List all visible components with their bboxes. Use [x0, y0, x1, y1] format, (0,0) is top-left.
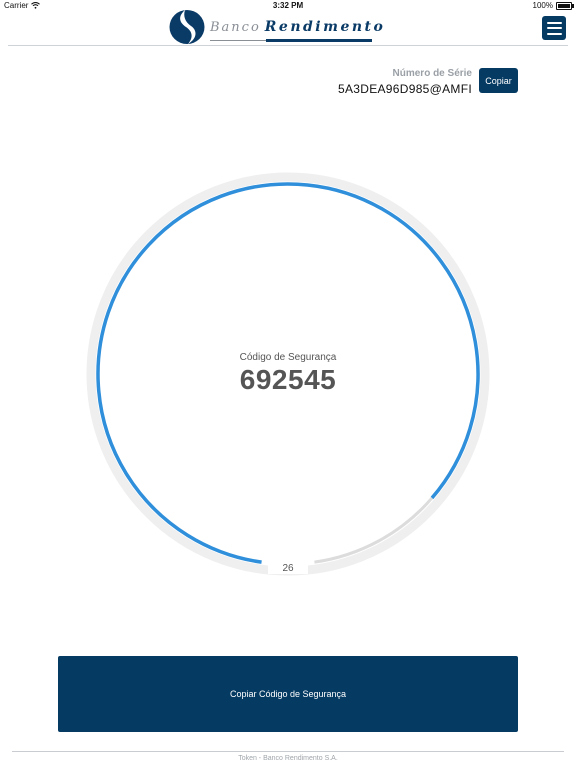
security-code-value: 692545: [239, 364, 337, 395]
brand-logo: Banco Rendimento: [168, 10, 385, 44]
serial-number-label: Número de Série: [392, 68, 472, 79]
serial-number-block: Número de Série 5A3DEA96D985@AMFI: [338, 68, 472, 96]
ring-remaining-arc: [314, 496, 434, 564]
hamburger-line: [546, 27, 562, 29]
logo-mark-icon: [169, 10, 205, 44]
token-screen: Carrier 3:32 PM 100% Banco Rendimento Nú…: [0, 0, 576, 768]
battery-percent: 100%: [532, 1, 553, 10]
countdown-seconds: 26: [268, 563, 308, 574]
status-time: 3:32 PM: [272, 1, 304, 10]
hamburger-line: [546, 32, 562, 35]
logo-word-rendimento: Rendimento: [264, 19, 386, 35]
brand-wordmark: Banco Rendimento: [210, 10, 385, 44]
footer-divider: [12, 751, 564, 752]
footer-text: Token - Banco Rendimento S.A.: [238, 755, 338, 762]
logo-underline-grey: [210, 40, 266, 41]
logo-word-banco: Banco: [210, 19, 261, 35]
copy-security-code-button[interactable]: Copiar Código de Segurança: [58, 656, 518, 732]
copy-serial-button[interactable]: Copiar: [479, 68, 518, 93]
serial-number-value: 5A3DEA96D985@AMFI: [337, 82, 472, 96]
menu-button[interactable]: [542, 16, 566, 40]
header-divider: [8, 45, 568, 46]
battery-indicator: 100%: [532, 1, 574, 10]
hamburger-menu-icon: [546, 21, 562, 24]
battery-icon: [556, 1, 574, 10]
security-code-label: Código de Segurança: [239, 352, 337, 363]
logo-underline-blue: [266, 39, 372, 42]
